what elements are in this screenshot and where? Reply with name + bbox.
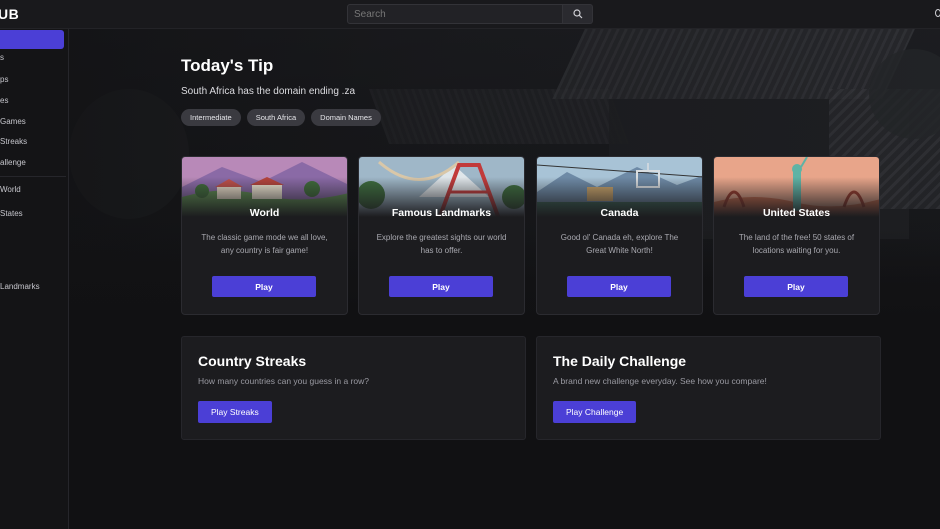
- tag-domain-names: Domain Names: [311, 109, 381, 126]
- play-world-button[interactable]: Play: [212, 276, 316, 297]
- search-icon: [572, 9, 582, 19]
- sidebar-item-2[interactable]: ps: [0, 75, 8, 84]
- sidebar-item-home-active[interactable]: [0, 30, 64, 49]
- card-title: Canada: [600, 207, 639, 219]
- play-canada-button[interactable]: Play: [567, 276, 671, 297]
- search-button[interactable]: [563, 4, 593, 24]
- mode-card-united-states: United States The land of the free! 50 s…: [713, 156, 880, 315]
- card-description: Explore the greatest sights our world ha…: [376, 233, 507, 255]
- sidebar-item-world[interactable]: World: [0, 185, 21, 194]
- card-description: Good ol' Canada eh, explore The Great Wh…: [560, 233, 679, 255]
- play-united-states-button[interactable]: Play: [744, 276, 848, 297]
- card-description: The land of the free! 50 states of locat…: [738, 233, 855, 255]
- search-input[interactable]: Search: [347, 4, 563, 24]
- daily-challenge-card: The Daily Challenge A brand new challeng…: [536, 336, 881, 440]
- sidebar-item-streaks[interactable]: Streaks: [0, 137, 27, 146]
- user-icon[interactable]: [935, 9, 940, 17]
- tip-title: Today's Tip: [181, 56, 274, 75]
- country-streaks-card: Country Streaks How many countries can y…: [181, 336, 526, 440]
- play-challenge-button[interactable]: Play Challenge: [553, 401, 637, 423]
- mode-card-world: World The classic game mode we all love,…: [181, 156, 348, 315]
- card-title: World: [249, 207, 280, 219]
- tip-text: South Africa has the domain ending .za: [181, 86, 356, 97]
- card-title: United States: [762, 207, 831, 219]
- card-description: The classic game mode we all love, any c…: [201, 233, 328, 255]
- sidebar-item-games[interactable]: Games: [0, 117, 26, 126]
- play-landmarks-button[interactable]: Play: [389, 276, 493, 297]
- mode-card-canada: Canada Good ol' Canada eh, explore The G…: [536, 156, 703, 315]
- mode-card-landmarks: Famous Landmarks Explore the greatest si…: [358, 156, 525, 315]
- top-bar: UB Search: [0, 0, 940, 29]
- logo[interactable]: UB: [0, 6, 19, 22]
- tip-tags: Intermediate South Africa Domain Names: [181, 109, 381, 126]
- streaks-title: Country Streaks: [198, 353, 307, 369]
- streaks-description: How many countries can you guess in a ro…: [198, 376, 370, 386]
- sidebar-divider: [0, 176, 66, 177]
- sidebar-item-1[interactable]: s: [0, 53, 4, 62]
- sidebar-item-challenge[interactable]: allenge: [0, 158, 26, 167]
- daily-title: The Daily Challenge: [553, 353, 687, 369]
- sidebar-item-landmarks[interactable]: Landmarks: [0, 282, 40, 291]
- sidebar-item-states[interactable]: States: [0, 209, 23, 218]
- daily-description: A brand new challenge everyday. See how …: [553, 376, 767, 386]
- sidebar: s ps es Games Streaks allenge World Stat…: [0, 29, 69, 529]
- play-streaks-button[interactable]: Play Streaks: [198, 401, 272, 423]
- sidebar-item-3[interactable]: es: [0, 96, 8, 105]
- card-title: Famous Landmarks: [391, 207, 492, 219]
- tag-south-africa: South Africa: [246, 109, 306, 126]
- tag-intermediate: Intermediate: [181, 109, 241, 126]
